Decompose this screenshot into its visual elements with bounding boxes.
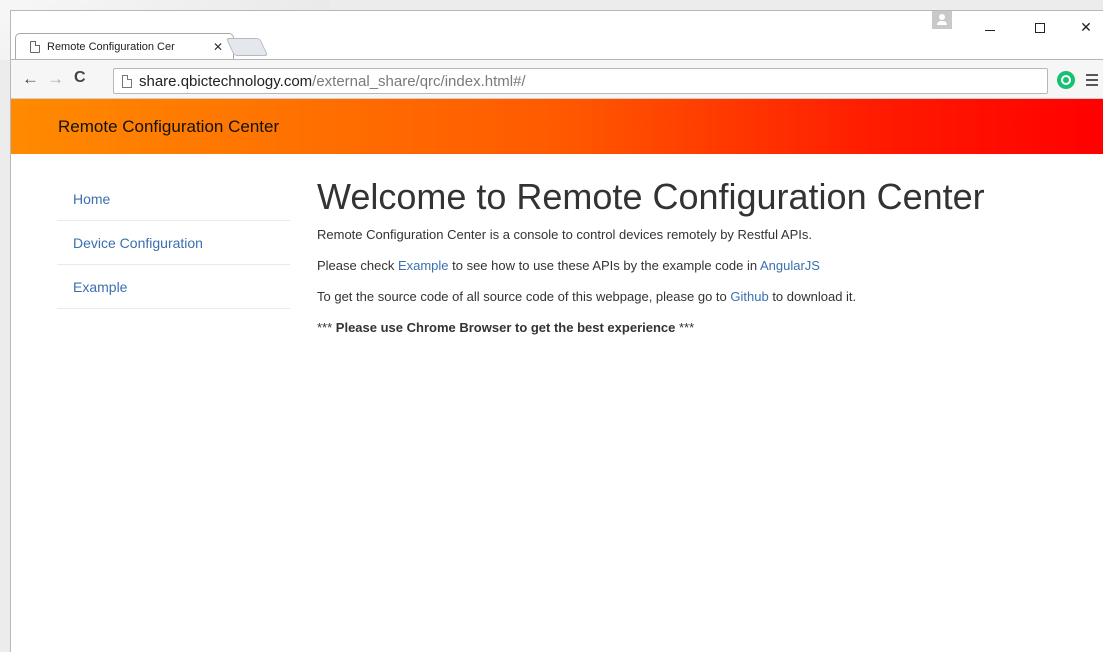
intro-paragraph: Remote Configuration Center is a console… xyxy=(317,227,812,242)
tab-title: Remote Configuration Cer xyxy=(47,41,175,53)
maximize-button[interactable] xyxy=(1017,19,1063,35)
app-header: Remote Configuration Center xyxy=(11,99,1103,154)
page-title: Welcome to Remote Configuration Center xyxy=(317,176,985,217)
menu-hamburger-icon[interactable] xyxy=(1086,74,1098,89)
profile-head xyxy=(939,14,945,20)
github-link[interactable]: Github xyxy=(730,289,768,304)
browser-window: Remote Configuration Cer ✕ ✕ ← → C share… xyxy=(10,10,1103,652)
para3-prefix: To get the source code of all source cod… xyxy=(317,289,731,304)
example-paragraph: Please check Example to see how to use t… xyxy=(317,258,1097,274)
document-icon xyxy=(30,41,40,53)
new-tab-button[interactable] xyxy=(225,38,269,56)
page-info-icon[interactable] xyxy=(122,74,132,88)
maximize-icon xyxy=(1035,23,1045,34)
forward-arrow-icon[interactable]: → xyxy=(47,69,64,89)
browser-toolbar: ← → C share.qbictechnology.com/external_… xyxy=(11,59,1103,99)
notice-bold-text: Please use Chrome Browser to get the bes… xyxy=(335,320,676,335)
tab-strip: Remote Configuration Cer ✕ ✕ xyxy=(11,11,1103,60)
app-brand-title[interactable]: Remote Configuration Center xyxy=(58,117,279,137)
extension-icon[interactable] xyxy=(1057,71,1075,89)
notice-prefix: *** xyxy=(317,320,336,335)
browser-notice: *** Please use Chrome Browser to get the… xyxy=(317,320,1097,336)
url-path: /external_share/qrc/index.html#/ xyxy=(312,72,526,90)
notice-suffix: *** xyxy=(675,320,695,335)
menu-line xyxy=(1086,79,1098,81)
minimize-icon xyxy=(985,29,995,31)
angularjs-link[interactable]: AngularJS xyxy=(760,258,820,273)
sidebar-item-device-configuration[interactable]: Device Configuration xyxy=(57,221,290,265)
back-arrow-icon[interactable]: ← xyxy=(22,69,39,89)
source-paragraph: To get the source code of all source cod… xyxy=(317,289,1097,305)
sidebar-nav: Home Device Configuration Example xyxy=(57,177,290,309)
browser-tab-active[interactable]: Remote Configuration Cer ✕ xyxy=(15,33,234,60)
minimize-button[interactable] xyxy=(967,19,1013,35)
main-content: Welcome to Remote Configuration Center R… xyxy=(317,175,1097,351)
address-bar[interactable]: share.qbictechnology.com/external_share/… xyxy=(113,68,1048,94)
reload-icon[interactable]: C xyxy=(74,69,86,87)
para3-suffix: to download it. xyxy=(768,289,857,304)
sidebar-item-example[interactable]: Example xyxy=(57,265,290,309)
para2-prefix: Please check xyxy=(317,258,398,273)
tab-close-icon[interactable]: ✕ xyxy=(213,40,223,54)
example-link[interactable]: Example xyxy=(398,258,449,273)
url-host: share.qbictechnology.com xyxy=(139,72,313,90)
url-text[interactable]: share.qbictechnology.com/external_share/… xyxy=(139,73,526,90)
profile-icon[interactable] xyxy=(932,11,952,29)
menu-line xyxy=(1086,74,1098,76)
profile-body xyxy=(937,21,947,25)
close-window-button[interactable]: ✕ xyxy=(1063,19,1103,36)
menu-line xyxy=(1086,84,1098,86)
para2-mid: to see how to use these APIs by the exam… xyxy=(448,258,760,273)
sidebar-item-home[interactable]: Home xyxy=(57,177,290,221)
